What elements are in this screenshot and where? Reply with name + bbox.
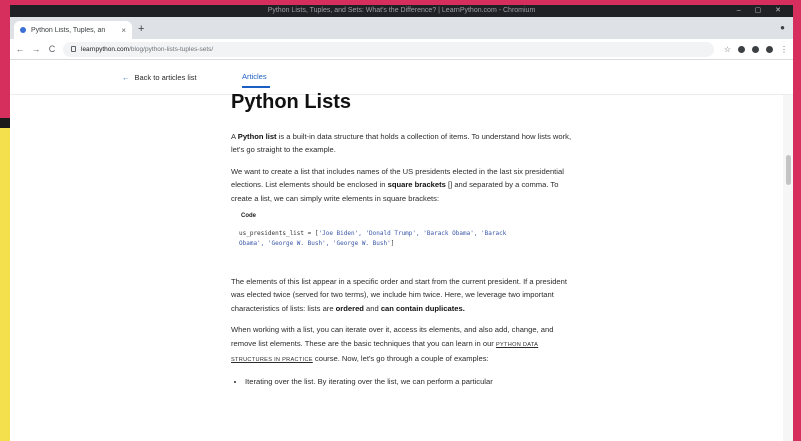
tab-python-lists[interactable]: Python Lists, Tuples, an ×	[14, 21, 132, 39]
tab-title: Python Lists, Tuples, an	[31, 26, 106, 34]
arrow-left-icon: ←	[122, 73, 130, 82]
article-heading: Python Lists	[231, 91, 352, 113]
window-controls[interactable]: – ▢ ✕	[737, 5, 787, 17]
extension-puzzle-icon[interactable]	[738, 45, 745, 53]
toolbar-actions: ☆ ⋮	[720, 45, 788, 54]
browser-toolbar: ← → C learnpython.com/blog/python-lists-…	[10, 39, 793, 60]
paragraph-example: We want to create a list that includes n…	[231, 166, 564, 203]
lock-icon	[71, 46, 76, 52]
list-item: Iterating over the list. By iterating ov…	[245, 375, 576, 388]
profile-avatar-icon[interactable]	[766, 45, 773, 53]
favicon-icon	[20, 27, 26, 33]
examples-list: Iterating over the list. By iterating ov…	[245, 375, 576, 388]
page-scrollbar[interactable]	[783, 95, 793, 441]
extension-icon[interactable]	[752, 45, 759, 53]
window-titlebar: Python Lists, Tuples, and Sets: What's t…	[10, 5, 793, 17]
new-tab-button[interactable]: +	[138, 23, 144, 35]
paragraph-intro: A Python list is a built-in data structu…	[231, 132, 572, 155]
url-host: learnpython.com	[81, 45, 130, 53]
browser-window: Python Lists, Tuples, and Sets: What's t…	[10, 5, 793, 441]
tab-close-icon[interactable]: ×	[121, 26, 126, 35]
scrollbar-thumb[interactable]	[786, 155, 791, 185]
paragraph-characteristics: The elements of this list appear in a sp…	[231, 277, 567, 313]
reload-button[interactable]: C	[47, 44, 57, 54]
site-header: ← Back to articles list Articles	[10, 61, 793, 95]
window-title: Python Lists, Tuples, and Sets: What's t…	[267, 7, 536, 14]
paragraph-operations: When working with a list, you can iterat…	[231, 325, 554, 364]
web-page: ← Back to articles list Articles Python …	[10, 61, 793, 441]
forward-button[interactable]: →	[31, 44, 41, 54]
code-line-1: us_presidents_list = ['Joe Biden', 'Dona…	[239, 230, 507, 238]
bookmark-star-icon[interactable]: ☆	[724, 45, 731, 54]
back-to-articles-label: Back to articles list	[134, 73, 197, 82]
tab-articles[interactable]: Articles	[242, 72, 270, 88]
code-block[interactable]: us_presidents_list = ['Joe Biden', 'Dona…	[231, 219, 576, 275]
article-body: Python Lists A Python list is a built-in…	[231, 91, 576, 388]
browser-menu-icon[interactable]: ⋮	[780, 45, 788, 54]
url-path: /blog/python-lists-tuples-sets/	[129, 45, 214, 53]
tab-search-icon[interactable]: ●	[780, 23, 785, 32]
tab-strip: Python Lists, Tuples, an × + ●	[10, 17, 793, 39]
code-line-2: Obama', 'George W. Bush', 'George W. Bus…	[239, 240, 395, 248]
back-to-articles-link[interactable]: ← Back to articles list	[122, 73, 197, 82]
back-button[interactable]: ←	[15, 44, 25, 54]
address-bar[interactable]: learnpython.com/blog/python-lists-tuples…	[63, 41, 714, 57]
url-text: learnpython.com/blog/python-lists-tuples…	[81, 46, 213, 53]
